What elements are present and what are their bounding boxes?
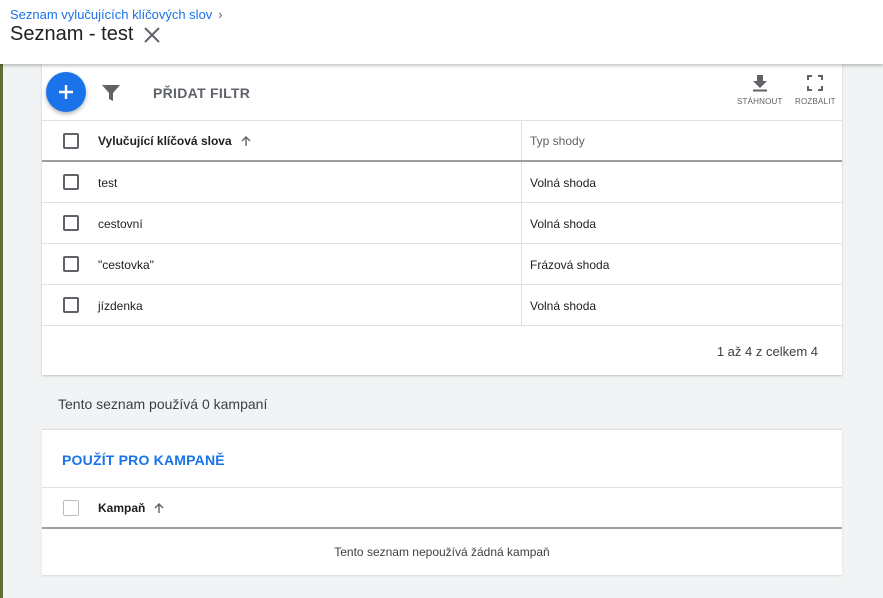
window-edge xyxy=(0,0,3,598)
row-checkbox[interactable] xyxy=(63,215,79,231)
page-title: Seznam - test xyxy=(10,23,134,45)
close-icon[interactable] xyxy=(142,25,162,45)
campaigns-card: POUŽÍT PRO KAMPANĚ Kampaň Tento seznam n… xyxy=(42,429,842,575)
keywords-card: PŘIDAT FILTR STÁHNOUT ROZBALIT Vylučujíc… xyxy=(42,64,842,375)
breadcrumb-link[interactable]: Seznam vylučujících klíčových slov xyxy=(10,7,212,22)
page-header: Seznam vylučujících klíčových slov › Sez… xyxy=(0,0,883,64)
empty-state-message: Tento seznam nepoužívá žádná kampaň xyxy=(334,545,550,559)
sort-ascending-icon xyxy=(154,503,164,513)
column-divider xyxy=(521,285,522,325)
row-checkbox[interactable] xyxy=(63,256,79,272)
select-all-checkbox[interactable] xyxy=(63,133,79,149)
table-row: test Volná shoda xyxy=(42,162,842,203)
column-label: Vylučující klíčová slova xyxy=(98,134,232,148)
row-checkbox[interactable] xyxy=(63,297,79,313)
download-label: STÁHNOUT xyxy=(737,97,783,106)
table-row: "cestovka" Frázová shoda xyxy=(42,244,842,285)
breadcrumb: Seznam vylučujících klíčových slov › xyxy=(10,7,223,22)
expand-button[interactable]: ROZBALIT xyxy=(795,74,836,106)
column-divider xyxy=(521,162,522,202)
column-label: Kampaň xyxy=(98,501,146,515)
column-divider xyxy=(521,244,522,284)
column-divider xyxy=(521,203,522,243)
column-divider xyxy=(521,121,522,160)
match-type-cell: Volná shoda xyxy=(530,299,597,313)
download-icon xyxy=(752,75,767,92)
column-header-match-type[interactable]: Typ shody xyxy=(530,134,585,148)
chevron-right-icon: › xyxy=(218,7,223,22)
keywords-table-header: Vylučující klíčová slova Typ shody xyxy=(42,120,842,162)
keyword-cell: cestovní xyxy=(98,217,143,231)
table-row: jízdenka Volná shoda xyxy=(42,285,842,326)
sort-ascending-icon xyxy=(241,136,251,146)
keyword-cell: "cestovka" xyxy=(98,258,154,272)
keyword-cell: jízdenka xyxy=(98,299,143,313)
column-header-campaign[interactable]: Kampaň xyxy=(98,501,165,515)
campaigns-table-header: Kampaň xyxy=(42,487,842,529)
match-type-cell: Volná shoda xyxy=(530,217,597,231)
row-checkbox[interactable] xyxy=(63,174,79,190)
keyword-cell: test xyxy=(98,176,118,190)
match-type-cell: Frázová shoda xyxy=(530,258,610,272)
table-row: cestovní Volná shoda xyxy=(42,203,842,244)
filter-icon[interactable] xyxy=(100,82,122,104)
expand-label: ROZBALIT xyxy=(795,97,836,106)
add-button[interactable] xyxy=(46,72,86,112)
download-button[interactable]: STÁHNOUT xyxy=(737,74,783,106)
plus-icon xyxy=(59,85,73,99)
campaign-usage-text: Tento seznam používá 0 kampaní xyxy=(58,396,268,412)
fullscreen-icon xyxy=(807,75,824,91)
select-all-campaigns-checkbox[interactable] xyxy=(63,500,79,516)
column-header-keyword[interactable]: Vylučující klíčová slova xyxy=(98,134,252,148)
match-type-cell: Volná shoda xyxy=(530,176,597,190)
add-filter-button[interactable]: PŘIDAT FILTR xyxy=(153,85,250,101)
apply-to-campaigns-button[interactable]: POUŽÍT PRO KAMPANĚ xyxy=(62,452,225,468)
pagination-summary: 1 až 4 z celkem 4 xyxy=(716,344,818,359)
